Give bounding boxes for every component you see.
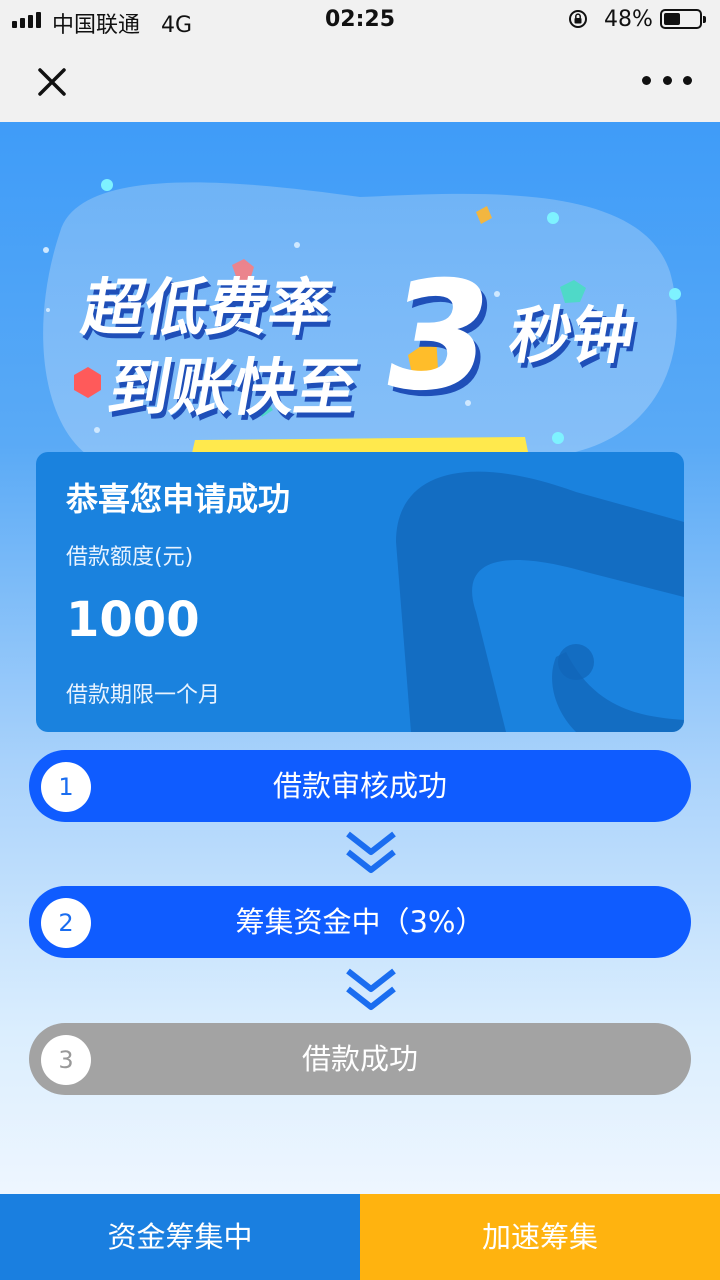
step-2: 2 筹集资金中（3%） <box>29 886 691 958</box>
status-bar: 中国联通 4G 02:25 48% <box>0 0 720 40</box>
step-label: 借款审核成功 <box>272 769 447 803</box>
loan-limit-label: 借款额度(元) <box>66 545 194 570</box>
double-chevron-down-icon <box>346 831 396 873</box>
step-label: 筹集资金中（3%） <box>235 905 485 939</box>
card-title: 恭喜您申请成功 <box>66 480 291 518</box>
step-1: 1 借款审核成功 <box>29 750 691 822</box>
step-label: 借款成功 <box>301 1042 418 1076</box>
loan-term: 借款期限一个月 <box>66 683 221 708</box>
nav-bar <box>0 40 720 122</box>
loan-limit-value: 1000 <box>66 592 200 648</box>
bottom-action-bar: 资金筹集中 加速筹集 <box>0 1194 720 1280</box>
speed-up-button[interactable]: 加速筹集 <box>360 1194 720 1280</box>
banner-line1: 超低费率 <box>77 271 338 343</box>
battery-icon <box>660 9 706 29</box>
main-content: 超低费率 超低费率 到账快至 到账快至 3 3 秒钟 秒钟 恭喜您申请成功 借款… <box>0 122 720 1194</box>
application-success-card: 恭喜您申请成功 借款额度(元) 1000 借款期限一个月 <box>36 452 684 732</box>
banner-line2: 到账快至 <box>103 351 364 423</box>
more-icon[interactable] <box>642 70 692 90</box>
close-icon[interactable] <box>32 62 72 102</box>
promo-banner: 超低费率 超低费率 到账快至 到账快至 3 3 秒钟 秒钟 <box>43 179 681 462</box>
battery-percent: 48% <box>604 7 653 32</box>
double-chevron-down-icon <box>346 968 396 1010</box>
step-3: 3 借款成功 <box>29 1023 691 1095</box>
banner-unit: 秒钟 <box>504 299 641 371</box>
fund-raising-status-button[interactable]: 资金筹集中 <box>0 1194 360 1280</box>
rotation-lock-icon <box>569 10 587 28</box>
